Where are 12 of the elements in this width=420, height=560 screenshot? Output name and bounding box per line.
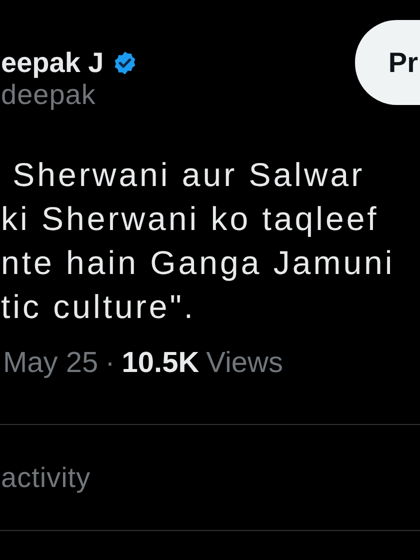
views-label: Views: [206, 347, 284, 380]
tweet-text-line: nte hain Ganga Jamuni: [1, 243, 395, 283]
tweet-text-line: tic culture".: [1, 287, 196, 327]
post-date: May 25: [3, 347, 98, 380]
separator-dot: ·: [105, 347, 115, 380]
author-name: eepak J: [1, 47, 104, 79]
tweet-text-line: ki Sherwani ko taqleef: [1, 199, 379, 239]
author-handle: deepak: [1, 79, 97, 111]
views-count: 10.5K: [122, 347, 200, 380]
activity-link[interactable]: activity: [1, 462, 91, 494]
profile-button[interactable]: Pr: [355, 20, 420, 105]
tweet-text-line: Sherwani aur Salwar: [12, 155, 365, 195]
